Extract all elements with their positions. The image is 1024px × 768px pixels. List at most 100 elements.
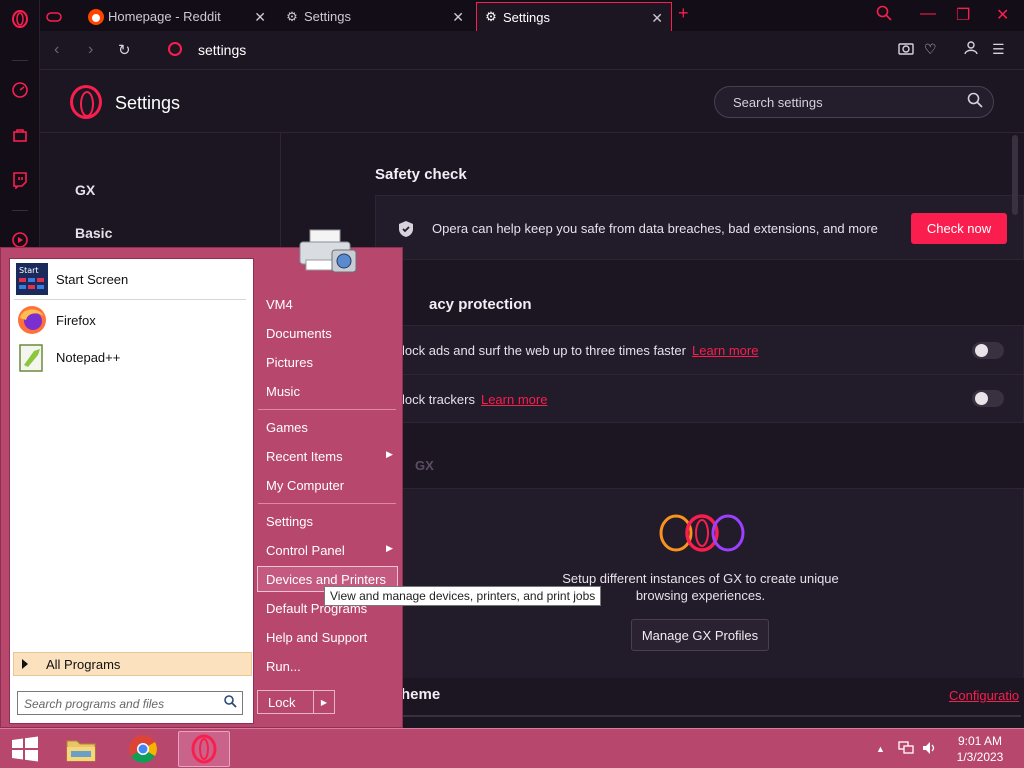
page-title: Settings (115, 93, 181, 113)
folder-icon (66, 740, 95, 762)
recent-items-label: Recent Items (266, 449, 343, 464)
tab-reddit[interactable]: Homepage - Reddit ✕ (82, 2, 274, 31)
url-field[interactable]: settings (198, 42, 246, 58)
tooltip: View and manage devices, printers, and p… (324, 586, 602, 606)
twitch-icon[interactable] (10, 170, 30, 190)
pinned-notepadpp[interactable]: Notepad++ (16, 340, 120, 374)
block-ads-toggle[interactable] (972, 342, 1004, 359)
privacy-card: lock ads and surf the web up to three ti… (375, 325, 1024, 423)
start-item-run[interactable]: Run... (266, 659, 301, 674)
lock-button-group: Lock ▶ (257, 690, 335, 714)
opera-logo-icon (168, 42, 182, 56)
page-scrollbar[interactable] (1012, 135, 1018, 215)
network-icon[interactable] (898, 741, 914, 758)
start-item-games[interactable]: Games (266, 420, 308, 435)
start-search-input[interactable]: Search programs and files (17, 691, 243, 715)
speed-dial-icon[interactable] (10, 80, 30, 100)
search-icon (224, 695, 237, 711)
notepadpp-icon (19, 344, 43, 372)
block-trackers-toggle[interactable] (972, 390, 1004, 407)
sidebar-divider (12, 60, 28, 61)
start-item-pictures[interactable]: Pictures (266, 355, 313, 370)
manage-gx-profiles-button[interactable]: Manage GX Profiles (631, 619, 769, 651)
submenu-arrow-icon: ▶ (386, 449, 393, 459)
start-item-my-computer[interactable]: My Computer (266, 478, 344, 493)
opera-gx-icon (191, 734, 217, 764)
pinned-label: Start Screen (56, 271, 129, 287)
heart-icon[interactable]: ♡ (924, 41, 937, 58)
reload-icon[interactable]: ↻ (118, 41, 131, 59)
lock-options-arrow-icon[interactable]: ▶ (314, 691, 334, 713)
search-tabs-icon[interactable] (876, 5, 892, 26)
account-icon[interactable] (964, 41, 978, 58)
safety-check-card: Opera can help keep you safe from data b… (375, 195, 1024, 260)
gamepad-icon (46, 9, 62, 25)
pinned-start-screen[interactable]: Start Start Screen (16, 262, 128, 296)
search-placeholder: Search programs and files (24, 697, 165, 711)
close-window-icon[interactable]: ✕ (996, 5, 1009, 25)
safety-check-title: Safety check (375, 166, 467, 183)
gx-control-tab[interactable] (40, 2, 80, 31)
arrow-right-icon (22, 659, 28, 669)
restore-icon[interactable]: ❐ (956, 5, 970, 25)
clock-date: 1/3/2023 (956, 750, 1004, 764)
volume-icon[interactable] (922, 741, 938, 758)
forward-icon[interactable]: › (88, 41, 93, 59)
system-clock[interactable]: 9:01 AM 1/3/2023 (940, 733, 1020, 765)
close-tab-icon[interactable]: ✕ (254, 9, 266, 26)
block-trackers-label: lock trackers (402, 392, 475, 407)
learn-more-link[interactable]: Learn more (481, 392, 547, 407)
safety-check-text: Opera can help keep you safe from data b… (432, 221, 878, 236)
pinned-label: Firefox (56, 312, 96, 328)
pinned-label: Notepad++ (56, 349, 121, 365)
settings-search-input[interactable]: Search settings (714, 86, 994, 118)
taskbar-chrome[interactable] (120, 731, 165, 767)
taskbar: ▲ 9:01 AM 1/3/2023 (0, 728, 1024, 768)
close-tab-icon[interactable]: ✕ (651, 10, 663, 27)
taskbar-file-explorer[interactable] (58, 731, 103, 767)
configuration-link[interactable]: Configuratio (949, 688, 1019, 703)
tab-bar: Homepage - Reddit ✕ ⚙ Settings ✕ ⚙ Setti… (40, 0, 1024, 31)
lock-button[interactable]: Lock (258, 691, 314, 713)
learn-more-link[interactable]: Learn more (692, 343, 758, 358)
gear-icon: ⚙ (485, 9, 497, 24)
start-item-devices-printers[interactable]: Devices and Printers (266, 572, 386, 587)
start-menu-divider (258, 503, 396, 504)
all-programs-button[interactable]: All Programs (13, 652, 252, 676)
start-item-help-support[interactable]: Help and Support (266, 630, 367, 645)
gear-icon: ⚙ (286, 8, 298, 24)
search-icon (967, 92, 983, 113)
close-tab-icon[interactable]: ✕ (452, 9, 464, 26)
show-hidden-icons[interactable]: ▲ (876, 744, 885, 754)
easy-setup-icon[interactable]: ☰ (992, 41, 1005, 58)
taskbar-opera-gx[interactable] (178, 731, 230, 767)
start-item-recent-items[interactable]: Recent Items ▶ (266, 449, 393, 464)
block-trackers-row: lock trackers Learn more (402, 392, 547, 407)
shop-icon[interactable] (10, 125, 30, 145)
start-item-control-panel[interactable]: Control Panel ▶ (266, 543, 393, 558)
tab-settings-2[interactable]: ⚙ Settings ✕ (476, 2, 672, 31)
row-divider (376, 374, 1024, 375)
start-item-documents[interactable]: Documents (266, 326, 332, 341)
sidebar-divider (12, 210, 28, 211)
back-icon[interactable]: ‹ (54, 41, 59, 59)
pinned-firefox[interactable]: Firefox (16, 303, 96, 337)
opera-gx-logo-icon (70, 85, 102, 119)
nav-item-gx[interactable]: GX (75, 182, 95, 198)
tab-settings-1[interactable]: ⚙ Settings ✕ (278, 2, 472, 31)
opera-menu-icon[interactable] (10, 9, 30, 29)
nav-item-basic[interactable]: Basic (75, 225, 112, 241)
block-ads-row: lock ads and surf the web up to three ti… (402, 343, 758, 358)
start-item-settings[interactable]: Settings (266, 514, 313, 529)
minimize-icon[interactable]: — (920, 5, 936, 23)
submenu-arrow-icon: ▶ (386, 543, 393, 553)
start-button[interactable] (2, 731, 47, 767)
start-item-music[interactable]: Music (266, 384, 300, 399)
check-now-button[interactable]: Check now (911, 213, 1007, 244)
tab-title: Homepage - Reddit (108, 9, 221, 24)
clock-time: 9:01 AM (957, 734, 1003, 748)
new-tab-icon[interactable]: + (678, 3, 689, 24)
theme-cards-strip (401, 715, 1021, 728)
start-item-vm4[interactable]: VM4 (266, 297, 293, 312)
camera-icon[interactable] (898, 41, 914, 58)
